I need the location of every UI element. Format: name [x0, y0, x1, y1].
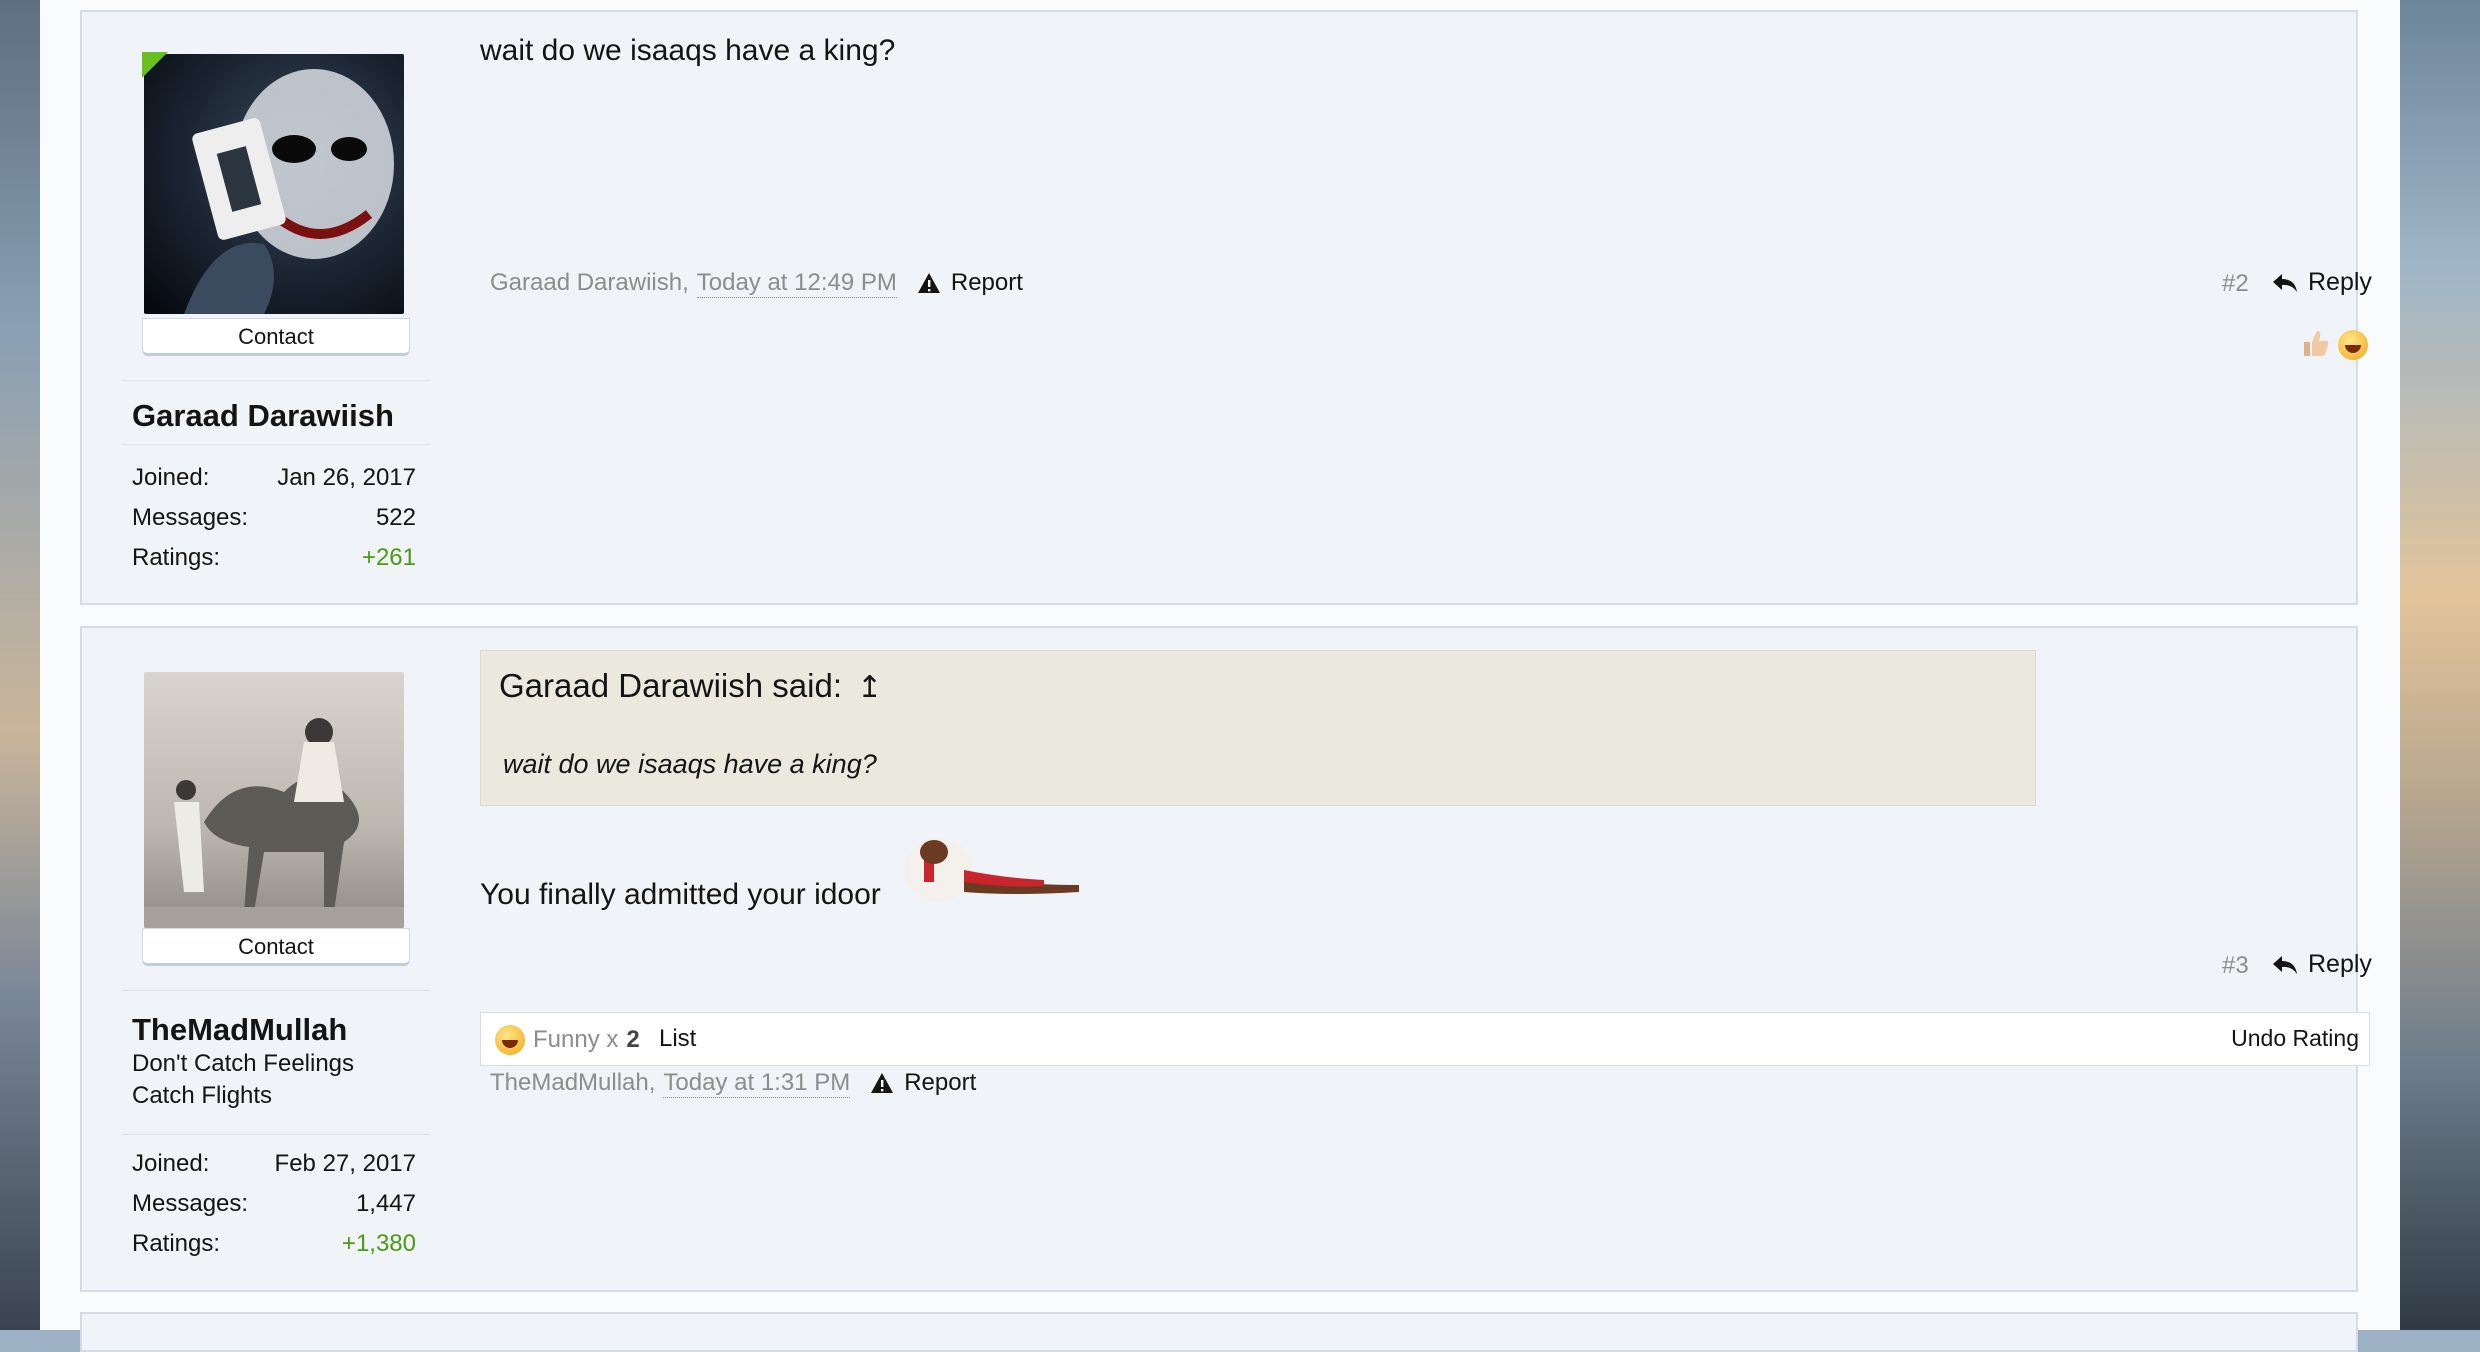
stat-value: Jan 26, 2017 — [277, 464, 416, 491]
player-sticker-image — [905, 838, 1079, 902]
message-body: wait do we isaaqs have a king? — [480, 34, 896, 67]
user-title-line: Catch Flights — [132, 1082, 273, 1109]
post: Contact TheMadMullah Don't Catch Feeling… — [80, 626, 2372, 1292]
stat-label: Joined: — [132, 1150, 210, 1177]
post: Contact Garaad Darawiish Joined: Jan 26,… — [80, 10, 2372, 605]
stat-value[interactable]: +261 — [362, 544, 416, 572]
funny-label: Funny x — [533, 1026, 619, 1053]
stat-value[interactable]: 522 — [376, 504, 416, 532]
post-author-link[interactable]: TheMadMullah, — [490, 1069, 655, 1097]
stat-ratings: Ratings: +261 — [132, 544, 416, 576]
post-number-link[interactable]: #3 — [2222, 952, 2249, 980]
divider — [122, 990, 430, 991]
post-number-link[interactable]: #2 — [2222, 270, 2249, 298]
quote-text: wait do we isaaqs have a king? — [503, 749, 877, 779]
stat-joined: Joined: Jan 26, 2017 — [132, 464, 416, 496]
funny-count: 2 — [626, 1026, 640, 1053]
ratings-bar: Funny x 2 List Undo Rating — [480, 1012, 2370, 1066]
avatar[interactable] — [144, 672, 404, 928]
avatar[interactable] — [144, 54, 404, 314]
divider — [122, 1134, 430, 1135]
post — [80, 1312, 2358, 1352]
background-right — [2400, 0, 2480, 1330]
stat-label: Messages: — [132, 504, 249, 531]
divider — [122, 444, 430, 445]
stat-joined: Joined: Feb 27, 2017 — [132, 1150, 416, 1182]
background-left — [0, 0, 40, 1330]
stat-value[interactable]: 1,447 — [356, 1190, 416, 1218]
funny-emoji-icon — [495, 1025, 525, 1055]
report-link[interactable]: Report — [917, 269, 1023, 297]
quote-author: Garaad Darawiish said: — [499, 667, 842, 704]
divider — [122, 380, 430, 381]
jump-to-quote-icon[interactable]: ↥ — [857, 671, 882, 704]
undo-rating-link[interactable]: Undo Rating — [2231, 1025, 2359, 1052]
post-author-link[interactable]: Garaad Darawiish, — [490, 269, 689, 297]
reply-button[interactable]: Reply — [2272, 950, 2372, 979]
contact-button[interactable]: Contact — [142, 928, 410, 966]
like-thumb-icon[interactable] — [2300, 328, 2330, 358]
message-meta: TheMadMullah, Today at 1:31 PM Report — [490, 1066, 976, 1100]
stat-label: Messages: — [132, 1190, 249, 1217]
ratings-list-link[interactable]: List — [659, 1025, 696, 1053]
message-meta: Garaad Darawiish, Today at 12:49 PM Repo… — [490, 266, 1023, 300]
stat-label: Ratings: — [132, 544, 221, 571]
thread-page: Contact Garaad Darawiish Joined: Jan 26,… — [40, 0, 2400, 1352]
report-link[interactable]: Report — [870, 1069, 976, 1097]
funny-rating[interactable]: Funny x 2 — [495, 1025, 640, 1055]
online-indicator — [142, 52, 168, 78]
report-label: Report — [950, 269, 1023, 296]
reply-label: Reply — [2308, 268, 2372, 296]
quote-block: Garaad Darawiish said: ↥ wait do we isaa… — [480, 650, 2036, 806]
reply-label: Reply — [2308, 950, 2372, 978]
post-time-link[interactable]: Today at 1:31 PM — [663, 1069, 851, 1098]
user-title-line: Don't Catch Feelings — [132, 1050, 355, 1077]
stat-messages: Messages: 522 — [132, 504, 416, 536]
reply-icon — [2273, 955, 2297, 974]
stat-label: Ratings: — [132, 1230, 221, 1257]
report-label: Report — [904, 1069, 977, 1096]
warning-icon — [917, 273, 940, 293]
stat-value[interactable]: +1,380 — [342, 1230, 416, 1258]
quote-attribution: Garaad Darawiish said: ↥ — [499, 667, 882, 705]
username[interactable]: Garaad Darawiish — [132, 398, 394, 434]
warning-icon — [871, 1073, 894, 1093]
stat-ratings: Ratings: +1,380 — [132, 1230, 416, 1262]
contact-button[interactable]: Contact — [142, 318, 410, 356]
reply-icon — [2273, 273, 2297, 292]
reply-button[interactable]: Reply — [2272, 268, 2372, 297]
username[interactable]: TheMadMullah — [132, 1012, 347, 1048]
funny-emoji-icon[interactable] — [2338, 330, 2368, 360]
stat-label: Joined: — [132, 464, 210, 491]
stat-messages: Messages: 1,447 — [132, 1190, 416, 1222]
post-time-link[interactable]: Today at 12:49 PM — [696, 269, 897, 298]
message-body: You finally admitted your idoor — [480, 878, 881, 911]
stat-value: Feb 27, 2017 — [274, 1150, 416, 1177]
